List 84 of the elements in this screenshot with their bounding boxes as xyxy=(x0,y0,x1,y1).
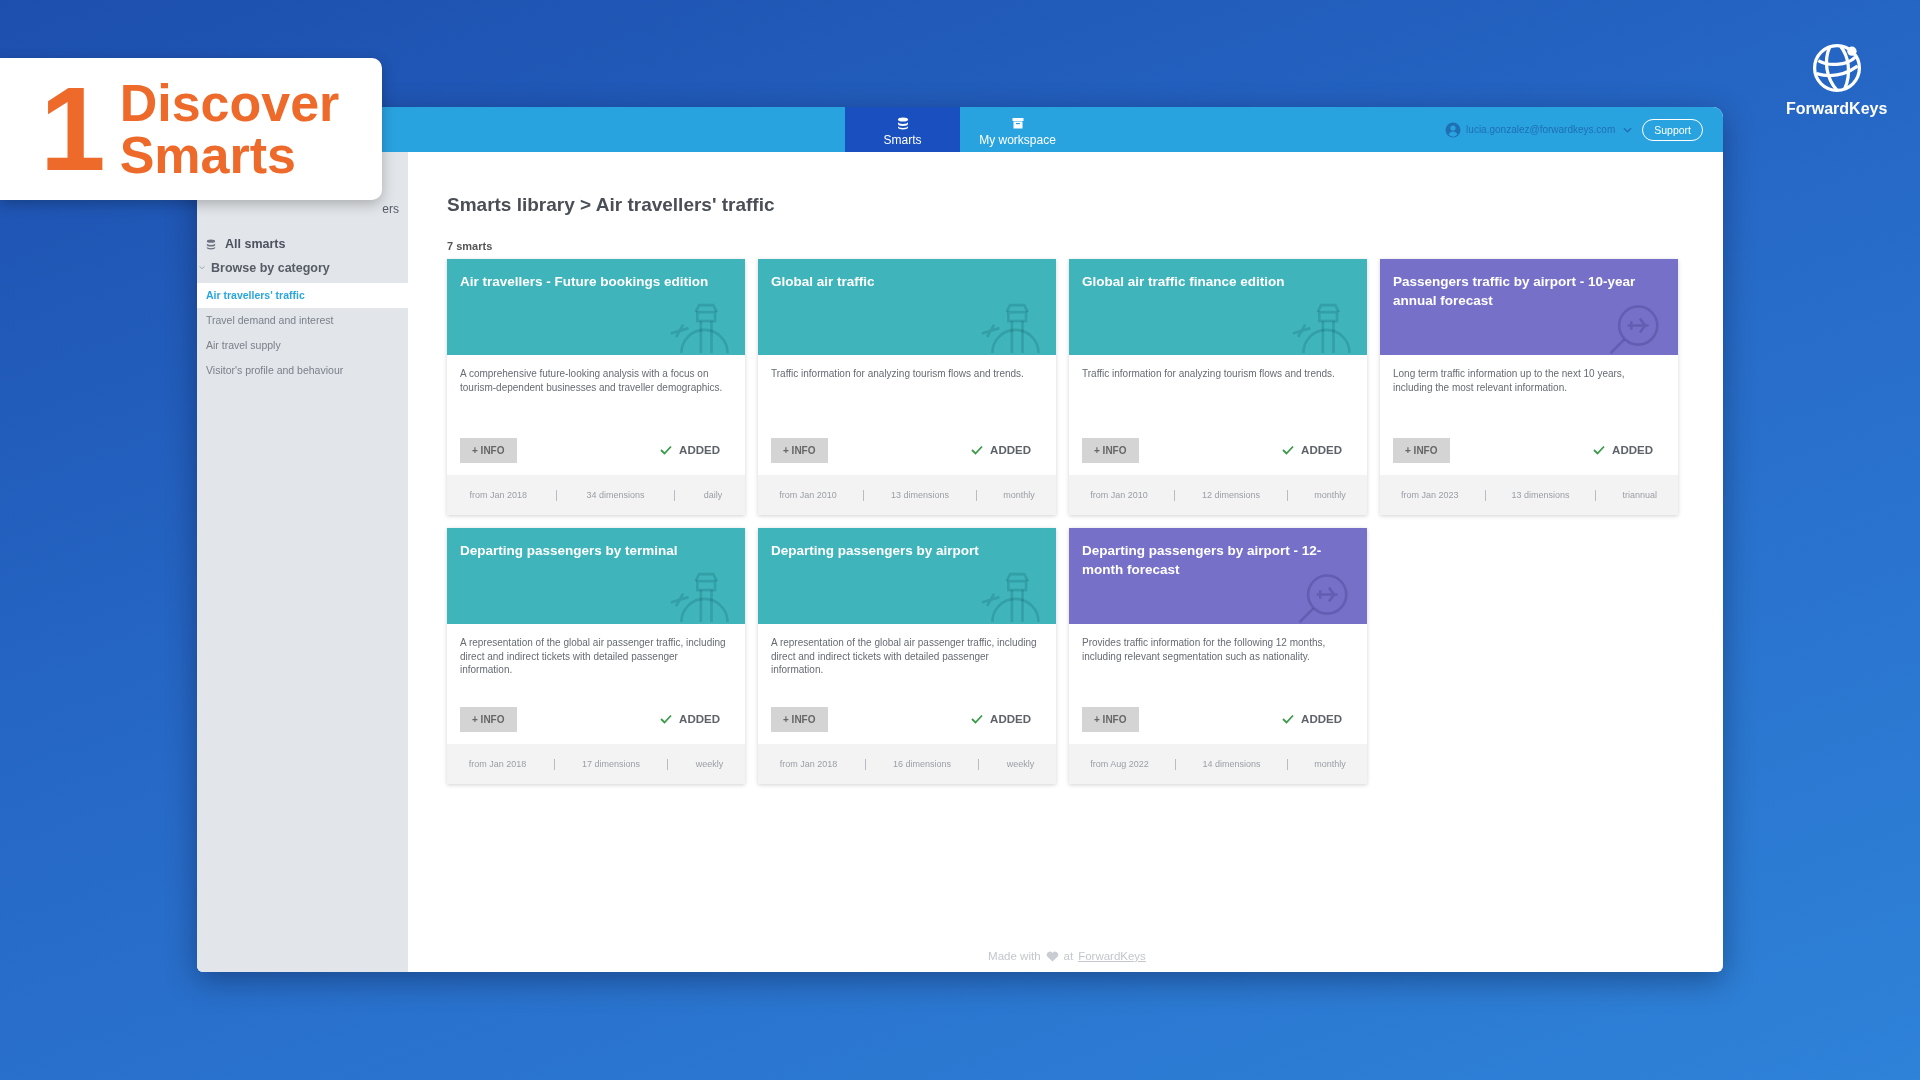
database-icon xyxy=(206,238,216,250)
info-button[interactable]: + INFO xyxy=(1393,437,1450,463)
chevron-down-icon xyxy=(198,264,206,272)
control-tower-icon xyxy=(980,572,1042,624)
card-description: Provides traffic information for the following 12 months, including relevant segmentation such as nationality. xyxy=(1081,636,1327,664)
category-item[interactable]: Visitor's profile and behaviour xyxy=(197,358,408,383)
check-icon xyxy=(1282,714,1295,724)
chevron-down-icon xyxy=(1623,126,1633,133)
card-description: Traffic information for analyzing tourism flows and trends. xyxy=(770,367,1025,381)
check-icon xyxy=(1282,445,1295,455)
update-frequency: weekly xyxy=(695,759,724,769)
dimension-count: 13 dimensions xyxy=(1511,490,1570,500)
card-title: Departing passengers by airport - 12-month forecast xyxy=(1082,542,1323,579)
info-button[interactable]: + INFO xyxy=(460,706,517,732)
update-frequency: monthly xyxy=(1314,759,1346,769)
added-status: ADDED xyxy=(660,444,720,456)
check-icon xyxy=(1593,445,1606,455)
update-frequency: monthly xyxy=(1314,490,1346,500)
dimension-count: 12 dimensions xyxy=(1202,490,1261,500)
category-item[interactable]: Travel demand and interest xyxy=(197,308,408,333)
control-tower-icon xyxy=(669,572,731,624)
heart-icon xyxy=(1045,950,1059,962)
control-tower-icon xyxy=(669,303,731,355)
start-date: from Jan 2023 xyxy=(1401,490,1459,500)
card-description: A comprehensive future-looking analysis with a focus on tourism-dependent businesses and traveller demographics. xyxy=(459,367,724,395)
check-icon xyxy=(660,445,673,455)
all-smarts-link[interactable]: All smarts xyxy=(197,237,408,251)
check-icon xyxy=(660,714,673,724)
update-frequency: monthly xyxy=(1003,490,1035,500)
category-item[interactable]: Air travellers' traffic xyxy=(197,283,408,308)
added-status: ADDED xyxy=(1282,444,1342,456)
added-status: ADDED xyxy=(971,444,1031,456)
page-title: Smarts library > Air travellers' traffic xyxy=(447,194,776,216)
start-date: from Jan 2018 xyxy=(468,759,527,769)
info-button[interactable]: + INFO xyxy=(1082,437,1139,463)
footer-text: at xyxy=(1063,950,1074,962)
card-description: A representation of the global air passenger traffic, including direct and indirect tickets with detailed passenger information. xyxy=(459,636,727,677)
start-date: from Jan 2018 xyxy=(469,490,528,500)
card-title: Departing passengers by terminal xyxy=(460,542,679,560)
info-button[interactable]: + INFO xyxy=(771,706,828,732)
dimension-count: 13 dimensions xyxy=(891,490,950,500)
result-count: 7 smarts xyxy=(447,240,494,252)
added-status: ADDED xyxy=(1593,444,1653,456)
dimension-count: 16 dimensions xyxy=(893,759,952,769)
update-frequency: daily xyxy=(703,490,723,500)
start-date: from Jan 2010 xyxy=(779,490,837,500)
check-icon xyxy=(971,714,984,724)
step-number: 1 xyxy=(40,70,106,188)
card-title: Departing passengers by airport xyxy=(771,542,980,560)
added-status: ADDED xyxy=(971,713,1031,725)
card-title: Global air traffic xyxy=(771,273,876,291)
start-date: from Jan 2018 xyxy=(779,759,838,769)
category-toggle[interactable]: Browse by category xyxy=(197,251,408,283)
card-description: A representation of the global air passenger traffic, including direct and indirect tickets with detailed passenger information. xyxy=(770,636,1038,677)
info-button[interactable]: + INFO xyxy=(460,437,517,463)
footer-text: Made with xyxy=(988,950,1041,962)
control-tower-icon xyxy=(1291,303,1353,355)
nav-tab[interactable]: Smarts xyxy=(845,107,960,152)
nav-tab[interactable]: My workspace xyxy=(960,107,1075,152)
update-frequency: weekly xyxy=(1006,759,1035,769)
card-description: Long term traffic information up to the next 10 years, including the most relevant information. xyxy=(1392,367,1626,395)
start-date: from Aug 2022 xyxy=(1090,759,1149,769)
added-status: ADDED xyxy=(1282,713,1342,725)
control-tower-icon xyxy=(980,303,1042,355)
card-description: Traffic information for analyzing tourism flows and trends. xyxy=(1081,367,1336,381)
dimension-count: 34 dimensions xyxy=(586,490,645,500)
card-title: Global air traffic finance edition xyxy=(1082,273,1286,291)
sidebar-heading: ers xyxy=(382,202,400,216)
user-icon xyxy=(1445,121,1462,138)
database-icon xyxy=(896,116,909,130)
added-status: ADDED xyxy=(660,713,720,725)
category-item[interactable]: Air travel supply xyxy=(197,333,408,358)
card-title: Air travellers - Future bookings edition xyxy=(460,273,710,291)
info-button[interactable]: + INFO xyxy=(771,437,828,463)
info-button[interactable]: + INFO xyxy=(1082,706,1139,732)
dimension-count: 14 dimensions xyxy=(1202,759,1261,769)
archive-icon xyxy=(1011,116,1024,130)
update-frequency: triannual xyxy=(1622,490,1657,500)
step-title: Discover Smarts xyxy=(119,77,341,181)
dimension-count: 17 dimensions xyxy=(582,759,641,769)
start-date: from Jan 2010 xyxy=(1090,490,1148,500)
brand-name: ForwardKeys xyxy=(1786,100,1888,118)
card-title: Passengers traffic by airport - 10-year annual forecast xyxy=(1393,273,1637,310)
check-icon xyxy=(971,445,984,455)
